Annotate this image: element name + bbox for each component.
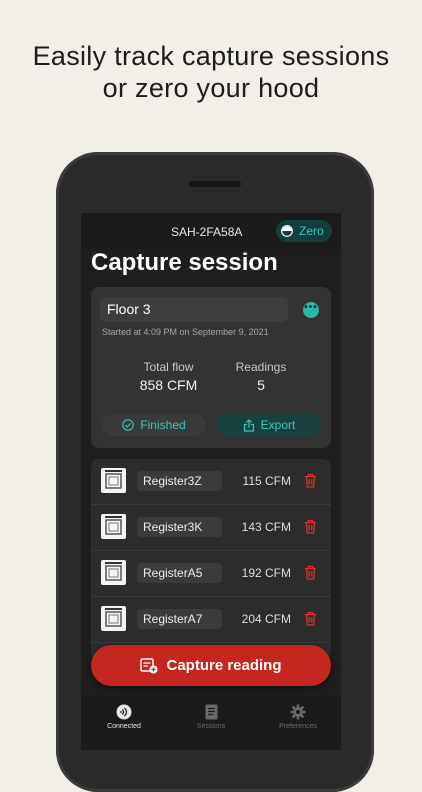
capture-reading-button[interactable]: Capture reading [91, 645, 331, 686]
headline-line-2: or zero your hood [102, 73, 320, 103]
sessions-icon [205, 704, 217, 720]
finished-label: Finished [140, 418, 186, 432]
marketing-headline: Easily track capture sessions or zero yo… [0, 40, 422, 104]
top-bar: SAH-2FA58A Zero [81, 213, 341, 249]
total-flow-value: 858 CFM [139, 377, 198, 393]
capture-icon [140, 657, 158, 673]
reading-name[interactable]: Register3K [137, 517, 222, 537]
capture-reading-label: Capture reading [166, 657, 282, 674]
reading-name[interactable]: Register3Z [137, 471, 222, 491]
session-card: Floor 3 ••• Started at 4:09 PM on Septem… [91, 287, 331, 448]
reading-name[interactable]: RegisterA7 [137, 609, 222, 629]
tab-connected-label: Connected [107, 723, 141, 730]
more-options-button[interactable]: ••• [303, 302, 319, 318]
trash-icon[interactable] [304, 519, 317, 534]
tab-sessions-label: Sessions [196, 723, 226, 730]
total-flow-stat: Total flow 858 CFM [116, 360, 221, 393]
page-title: Capture session [91, 249, 278, 276]
trash-icon[interactable] [304, 611, 317, 626]
phone-speaker [189, 181, 241, 187]
register-thumbnail [101, 560, 126, 585]
reading-row[interactable]: RegisterA5 192 CFM [91, 551, 331, 597]
register-thumbnail [101, 606, 126, 631]
export-button[interactable]: Export [217, 414, 321, 436]
app-screen: SAH-2FA58A Zero Capture session Floor 3 … [81, 213, 341, 750]
session-name-field[interactable]: Floor 3 [100, 297, 288, 322]
reading-value: 204 CFM [241, 612, 291, 626]
readings-list: Register3Z 115 CFM Register3K 143 CFM Re… [91, 459, 331, 659]
connected-icon [116, 704, 132, 720]
trash-icon[interactable] [304, 565, 317, 580]
device-name: SAH-2FA58A [171, 225, 243, 239]
readings-stat: Readings 5 [221, 360, 301, 393]
total-flow-label: Total flow [143, 360, 194, 374]
reading-name[interactable]: RegisterA5 [137, 563, 222, 583]
tab-connected[interactable]: Connected [89, 704, 159, 730]
reading-row[interactable]: RegisterA7 204 CFM [91, 597, 331, 643]
gear-icon [290, 704, 306, 720]
more-icon: ••• [304, 302, 318, 313]
session-start-time: Started at 4:09 PM on September 9, 2021 [102, 327, 269, 337]
register-thumbnail [101, 468, 126, 493]
trash-icon[interactable] [304, 473, 317, 488]
check-circle-icon [122, 419, 135, 431]
zero-icon [281, 225, 293, 237]
reading-value: 115 CFM [242, 474, 291, 488]
zero-button[interactable]: Zero [276, 220, 332, 242]
readings-label: Readings [235, 360, 287, 374]
share-icon [243, 418, 254, 432]
reading-row[interactable]: Register3K 143 CFM [91, 505, 331, 551]
readings-value: 5 [257, 377, 265, 393]
finished-button[interactable]: Finished [102, 414, 206, 436]
reading-value: 192 CFM [241, 566, 291, 580]
export-label: Export [260, 418, 296, 432]
tab-preferences-label: Preferences [279, 723, 317, 730]
tab-bar: Connected Sessions Preferences [81, 696, 341, 750]
reading-value: 143 CFM [241, 520, 291, 534]
zero-button-label: Zero [299, 224, 324, 238]
tab-sessions[interactable]: Sessions [176, 704, 246, 730]
tab-preferences[interactable]: Preferences [263, 704, 333, 730]
headline-line-1: Easily track capture sessions [32, 41, 390, 71]
reading-row[interactable]: Register3Z 115 CFM [91, 459, 331, 505]
register-thumbnail [101, 514, 126, 539]
